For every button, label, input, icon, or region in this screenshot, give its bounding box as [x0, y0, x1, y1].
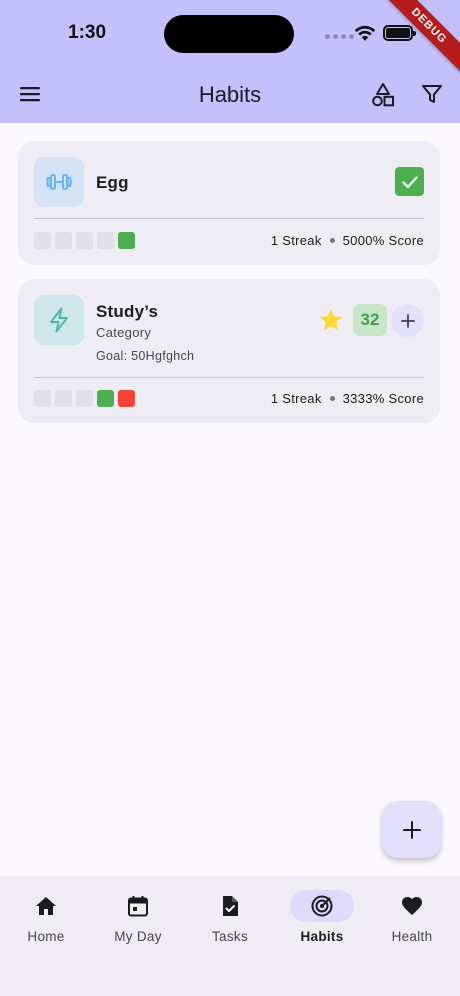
habit-history [34, 390, 135, 407]
habit-category: Category [96, 325, 152, 340]
history-day [97, 232, 114, 249]
home-icon [36, 897, 56, 915]
habit-complete-checkbox[interactable] [395, 167, 424, 196]
dynamic-island [164, 15, 294, 53]
nav-icon-container [198, 890, 262, 922]
habit-name: Study’s [96, 302, 159, 321]
status-time: 1:30 [68, 22, 107, 43]
history-day-done [118, 232, 135, 249]
nav-label: Habits [300, 929, 344, 944]
nav-item-tasks[interactable]: Tasks [184, 890, 276, 944]
bolt-icon [50, 307, 68, 333]
nav-icon-container [380, 890, 444, 922]
check-icon [401, 175, 418, 188]
streak-text: 1 Streak [270, 391, 322, 406]
app-bar: 1:30 DEBUG Habits [0, 0, 460, 123]
history-day-done [97, 390, 114, 407]
divider [34, 377, 424, 378]
increment-button[interactable] [391, 304, 424, 337]
nav-icon-container [106, 890, 170, 922]
signal-icon [325, 34, 354, 39]
habit-history [34, 232, 135, 249]
plus-icon [400, 313, 415, 328]
habit-card[interactable]: Egg 1 Streak 5000% Score [18, 141, 440, 265]
nav-label: My Day [114, 929, 162, 944]
score-text: 5000% Score [342, 233, 424, 248]
habit-icon-container [34, 295, 84, 345]
battery-icon [383, 25, 416, 41]
wifi-icon [354, 25, 376, 41]
nav-label: Home [27, 929, 65, 944]
star-icon[interactable] [318, 307, 344, 333]
nav-item-my-day[interactable]: My Day [92, 890, 184, 944]
nav-icon-container [14, 890, 78, 922]
habit-card[interactable]: Study’s Category Goal: 50Hgfghch 32 1 St… [18, 279, 440, 423]
habit-goal: Goal: 50Hgfghch [96, 349, 195, 363]
nav-item-habits[interactable]: Habits [276, 890, 368, 944]
score-text: 3333% Score [342, 391, 424, 406]
task-file-icon [223, 896, 238, 916]
habit-icon-container [34, 157, 84, 207]
calendar-icon [128, 896, 148, 917]
nav-item-health[interactable]: Health [366, 890, 458, 944]
divider [34, 218, 424, 219]
streak-text: 1 Streak [270, 233, 322, 248]
history-day [76, 232, 93, 249]
history-day [34, 390, 51, 407]
separator-dot [329, 238, 335, 243]
history-day [34, 232, 51, 249]
category-shapes-icon[interactable] [370, 82, 396, 108]
target-icon [311, 895, 333, 917]
dumbbell-icon [46, 174, 72, 190]
history-day-missed [118, 390, 135, 407]
filter-icon[interactable] [420, 82, 444, 106]
nav-item-home[interactable]: Home [0, 890, 92, 944]
heart-icon [402, 897, 422, 915]
nav-label: Health [391, 929, 433, 944]
nav-label: Tasks [211, 929, 248, 944]
history-day [76, 390, 93, 407]
history-day [55, 390, 72, 407]
nav-icon-container [290, 890, 354, 922]
separator-dot [329, 396, 335, 401]
habit-stats: 1 Streak 5000% Score [271, 233, 424, 248]
add-habit-button[interactable] [382, 801, 441, 858]
plus-icon [402, 820, 421, 839]
history-day [55, 232, 72, 249]
bottom-navigation: Home My Day Tasks Habits Health [0, 876, 460, 996]
habit-stats: 1 Streak 3333% Score [271, 391, 424, 406]
habit-name: Egg [96, 173, 129, 192]
count-badge: 32 [353, 304, 387, 336]
